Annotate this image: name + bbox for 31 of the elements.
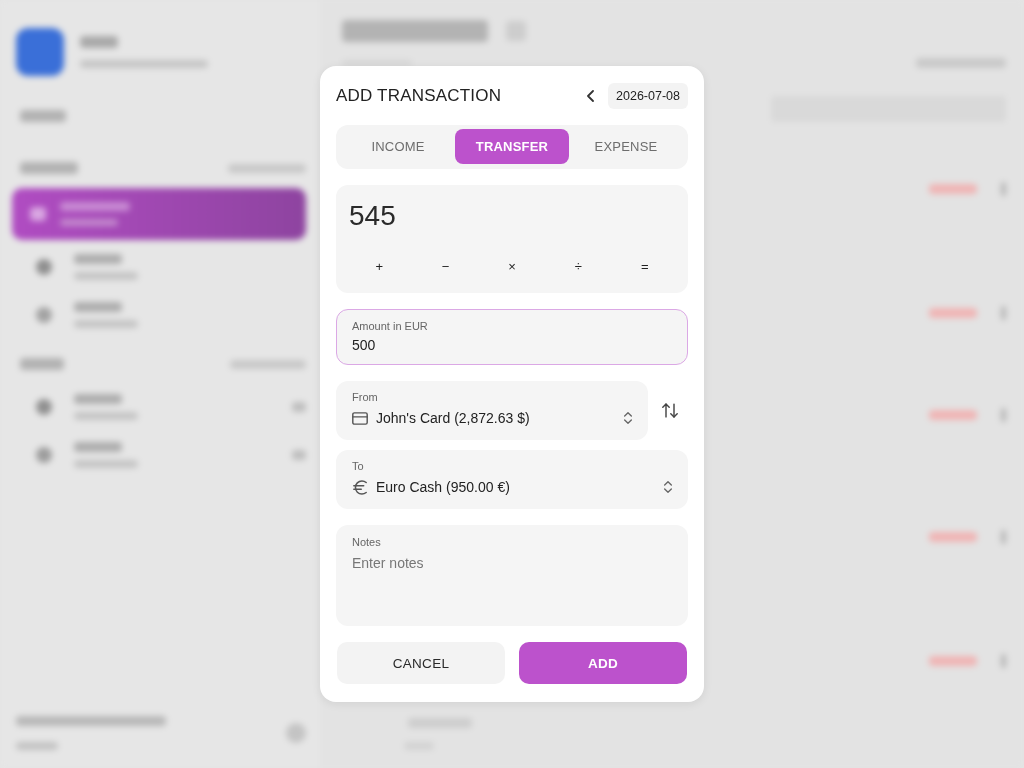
field-label: Notes [352,536,382,549]
credit-card-icon [352,411,368,425]
euro-icon [353,479,367,495]
account-select[interactable]: To Euro Cash (950.00 €) [336,450,688,509]
amount-field[interactable]: Amount in EUR 500 [336,309,688,365]
add-button[interactable]: ADD [519,642,687,684]
chevrons-up-down-icon [664,481,672,493]
arrows-up-down-icon [662,403,678,418]
type-tab[interactable]: EXPENSE [569,129,683,164]
chevrons-up-down-icon [624,412,632,424]
account-select[interactable]: From John's Card (2,872.63 $) [336,381,648,440]
notes-placeholder: Enter notes [352,554,425,573]
type-tab[interactable]: TRANSFER [455,129,569,164]
chevron-left-icon [587,90,595,102]
dialog-title: ADD TRANSACTION [336,86,503,106]
selected-account: Euro Cash (950.00 €) [376,479,511,495]
date-button[interactable]: 2026-07-08 [608,83,688,109]
notes-field[interactable]: Notes Enter notes [336,525,688,626]
field-label: Amount in EUR [352,320,429,333]
cancel-button[interactable]: CANCEL [337,642,505,684]
field-value: 500 [352,336,377,354]
selected-account: John's Card (2,872.63 $) [376,410,531,426]
operator-key[interactable]: = [637,257,652,275]
field-label: To [352,460,365,473]
operator-key[interactable]: ÷ [571,257,586,275]
type-tab[interactable]: INCOME [341,129,455,164]
operator-key[interactable]: + [372,257,387,275]
operator-key[interactable]: × [505,257,519,275]
operator-key[interactable]: − [438,257,453,275]
amount-display: 545 [348,199,397,233]
field-label: From [352,391,379,404]
